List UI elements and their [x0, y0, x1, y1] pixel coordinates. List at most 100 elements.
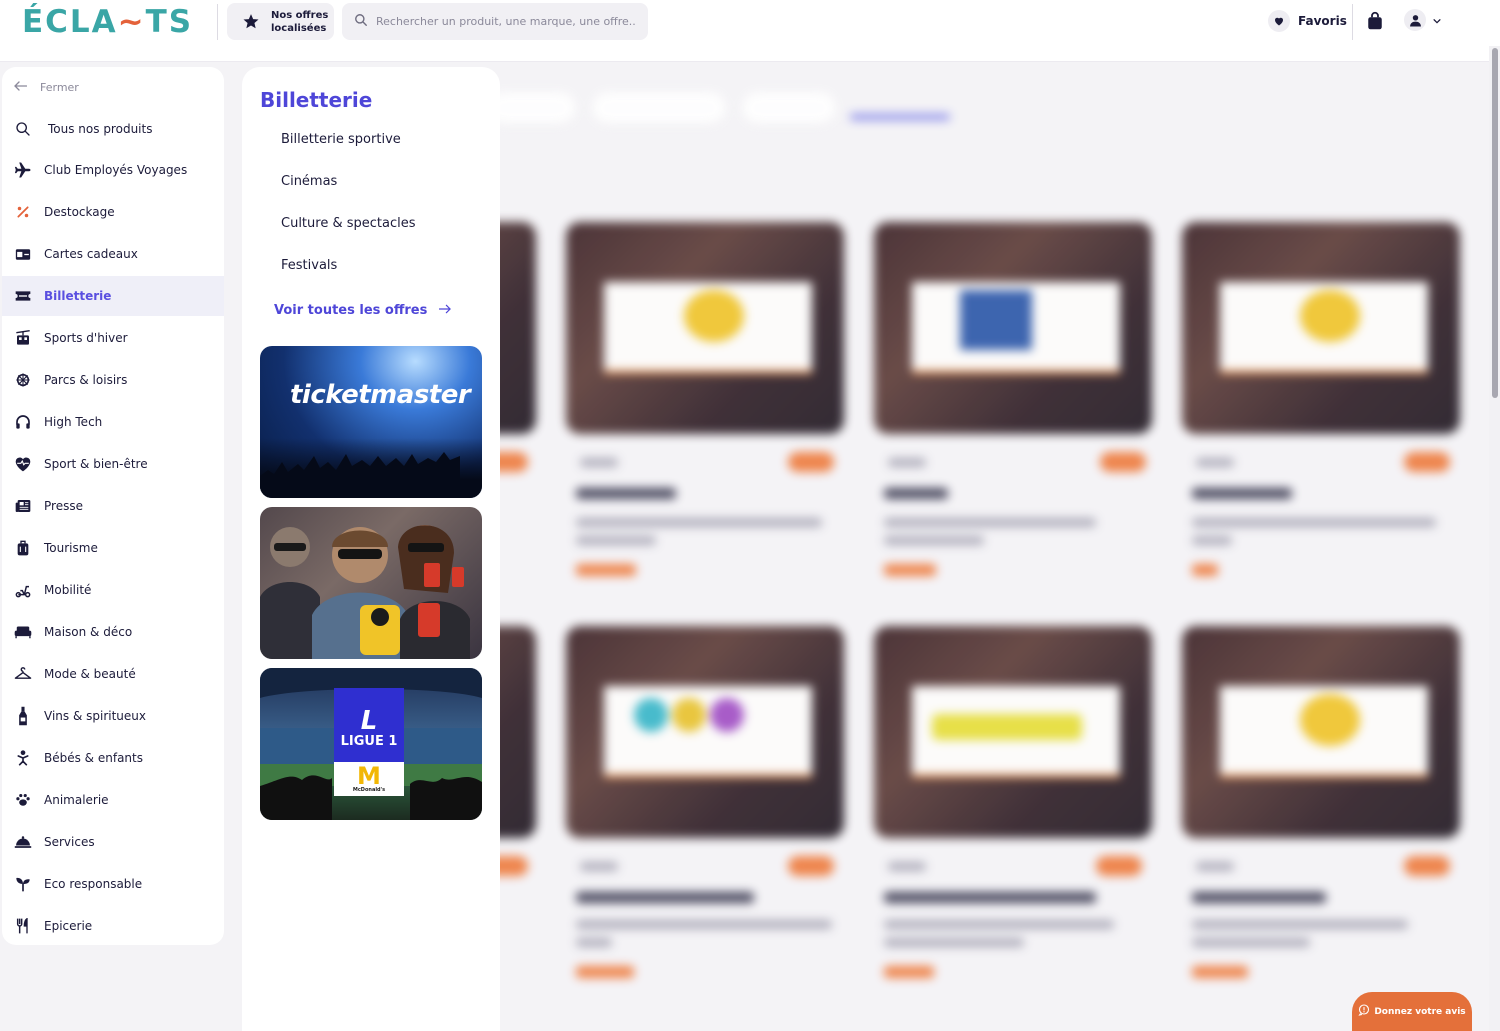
sidebar-item-label: Cartes cadeaux — [44, 247, 138, 261]
close-menu-button[interactable]: Fermer — [14, 81, 79, 94]
sidebar-item-high-tech[interactable]: High Tech — [2, 402, 224, 442]
offers-label-line2: localisées — [271, 22, 327, 34]
sidebar-item-voyages[interactable]: Club Employés Voyages — [2, 150, 224, 190]
sidebar-item-winter-sports[interactable]: Sports d'hiver — [2, 318, 224, 358]
search-bar[interactable] — [342, 3, 648, 40]
page-scrollbar-thumb[interactable] — [1492, 48, 1498, 398]
filter-chip — [488, 92, 576, 124]
sidebar-item-eco[interactable]: Eco responsable — [2, 864, 224, 904]
sofa-icon — [14, 623, 32, 641]
sidebar-item-destockage[interactable]: Destockage — [2, 192, 224, 232]
luggage-icon — [14, 539, 32, 557]
sidebar-item-billetterie[interactable]: Billetterie — [2, 276, 224, 316]
sidebar-item-home-deco[interactable]: Maison & déco — [2, 612, 224, 652]
ligue1-logo-text: LIGUE 1 — [340, 733, 398, 749]
see-all-label: Voir toutes les offres — [274, 303, 428, 318]
promo-ticketmaster[interactable]: ticketmaster — [260, 346, 482, 498]
sidebar-item-label: Presse — [44, 499, 83, 513]
sidebar-item-services[interactable]: Services — [2, 822, 224, 862]
ticket-icon — [14, 287, 32, 305]
search-input[interactable] — [376, 15, 646, 28]
sidebar-item-label: Maison & déco — [44, 625, 133, 639]
category-sidebar: Fermer Tous nos produits Club Employés V… — [2, 67, 224, 945]
sidebar-item-gift-cards[interactable]: Cartes cadeaux — [2, 234, 224, 274]
subcategory-festivals[interactable]: Festivals — [281, 258, 337, 273]
sidebar-item-tourism[interactable]: Tourisme — [2, 528, 224, 568]
product-card-image — [1182, 222, 1460, 434]
sidebar-item-label: Services — [44, 835, 95, 849]
heart-pulse-icon — [14, 455, 32, 473]
hanger-icon — [14, 665, 32, 683]
user-menu-button[interactable] — [1404, 9, 1442, 31]
star-badge-icon — [241, 12, 261, 32]
see-all-offers-link[interactable]: Voir toutes les offres — [274, 303, 452, 318]
promo-cinema[interactable] — [260, 507, 482, 659]
sidebar-item-label: Sport & bien-être — [44, 457, 148, 471]
promo-ligue1[interactable]: L LIGUE 1 M McDonald's — [260, 668, 482, 820]
sidebar-item-wines[interactable]: Vins & spiritueux — [2, 696, 224, 736]
chevron-down-icon — [1432, 11, 1442, 30]
discount-badge — [788, 856, 834, 876]
shopping-bag-icon[interactable] — [1366, 11, 1384, 35]
filter-reset-link — [850, 114, 950, 120]
discount-badge — [1404, 452, 1450, 472]
sidebar-item-label: Vins & spiritueux — [44, 709, 146, 723]
sidebar-item-label: Destockage — [44, 205, 115, 219]
sidebar-item-parks[interactable]: Parcs & loisirs — [2, 360, 224, 400]
sidebar-item-label: Animalerie — [44, 793, 109, 807]
sidebar-item-press[interactable]: Presse — [2, 486, 224, 526]
sidebar-item-label: Bébés & enfants — [44, 751, 143, 765]
sidebar-item-label: Parcs & loisirs — [44, 373, 128, 387]
sidebar-item-mobility[interactable]: Mobilité — [2, 570, 224, 610]
localized-offers-button[interactable]: Nos offres localisées — [227, 3, 334, 40]
plane-icon — [14, 161, 32, 179]
top-header: ÉCLA~TS Nos offreslocalisées Favoris — [0, 0, 1500, 62]
baby-icon — [14, 749, 32, 767]
product-card-image — [874, 222, 1152, 434]
product-card-image — [1182, 626, 1460, 838]
search-icon — [14, 120, 32, 138]
subcategory-sports-tickets[interactable]: Billetterie sportive — [281, 132, 401, 147]
header-divider — [1352, 4, 1353, 40]
panel-title: Billetterie — [260, 88, 373, 112]
cutlery-icon — [14, 917, 32, 935]
discount-badge — [1100, 452, 1146, 472]
user-icon — [1404, 9, 1426, 31]
filter-chip — [592, 92, 726, 124]
subcategory-culture-shows[interactable]: Culture & spectacles — [281, 216, 416, 231]
sprout-icon — [14, 875, 32, 893]
sidebar-item-babies[interactable]: Bébés & enfants — [2, 738, 224, 778]
arrow-left-icon — [14, 81, 28, 94]
sidebar-item-label: Epicerie — [44, 919, 93, 933]
discount-badge — [788, 452, 834, 472]
heart-icon — [1268, 10, 1290, 32]
sidebar-item-label: High Tech — [44, 415, 103, 429]
bell-icon — [14, 833, 32, 851]
sidebar-item-fashion[interactable]: Mode & beauté — [2, 654, 224, 694]
brand-logo[interactable]: ÉCLA~TS — [22, 4, 193, 40]
bottle-icon — [14, 706, 32, 726]
sidebar-item-label: Club Employés Voyages — [44, 163, 188, 177]
mcdonalds-logo-mark: M — [357, 762, 381, 790]
ticketmaster-logo-text: ticketmaster — [290, 380, 471, 410]
filter-chip — [742, 92, 836, 124]
sidebar-item-label: Mobilité — [44, 583, 92, 597]
favorites-label: Favoris — [1298, 14, 1347, 28]
subcategory-cinemas[interactable]: Cinémas — [281, 174, 337, 189]
mcdonalds-logo: M McDonald's — [334, 762, 404, 796]
sidebar-item-label: Tous nos produits — [48, 122, 153, 136]
cinema-audience-illustration — [260, 525, 470, 659]
favorites-button[interactable]: Favoris — [1268, 10, 1347, 32]
logo-text-separator: ~ — [117, 4, 146, 40]
sidebar-item-pets[interactable]: Animalerie — [2, 780, 224, 820]
discount-badge — [1404, 856, 1450, 876]
paw-icon — [14, 791, 32, 809]
crowd-shade — [260, 438, 482, 498]
feedback-label: Donnez votre avis — [1374, 1006, 1466, 1017]
logo-text-part1: ÉCLA — [22, 4, 118, 40]
sidebar-item-grocery[interactable]: Epicerie — [2, 906, 224, 946]
arrow-right-icon — [439, 303, 452, 318]
sidebar-item-all-products[interactable]: Tous nos produits — [2, 109, 224, 149]
sidebar-item-sport-wellness[interactable]: Sport & bien-être — [2, 444, 224, 484]
feedback-button[interactable]: Donnez votre avis — [1352, 992, 1472, 1031]
